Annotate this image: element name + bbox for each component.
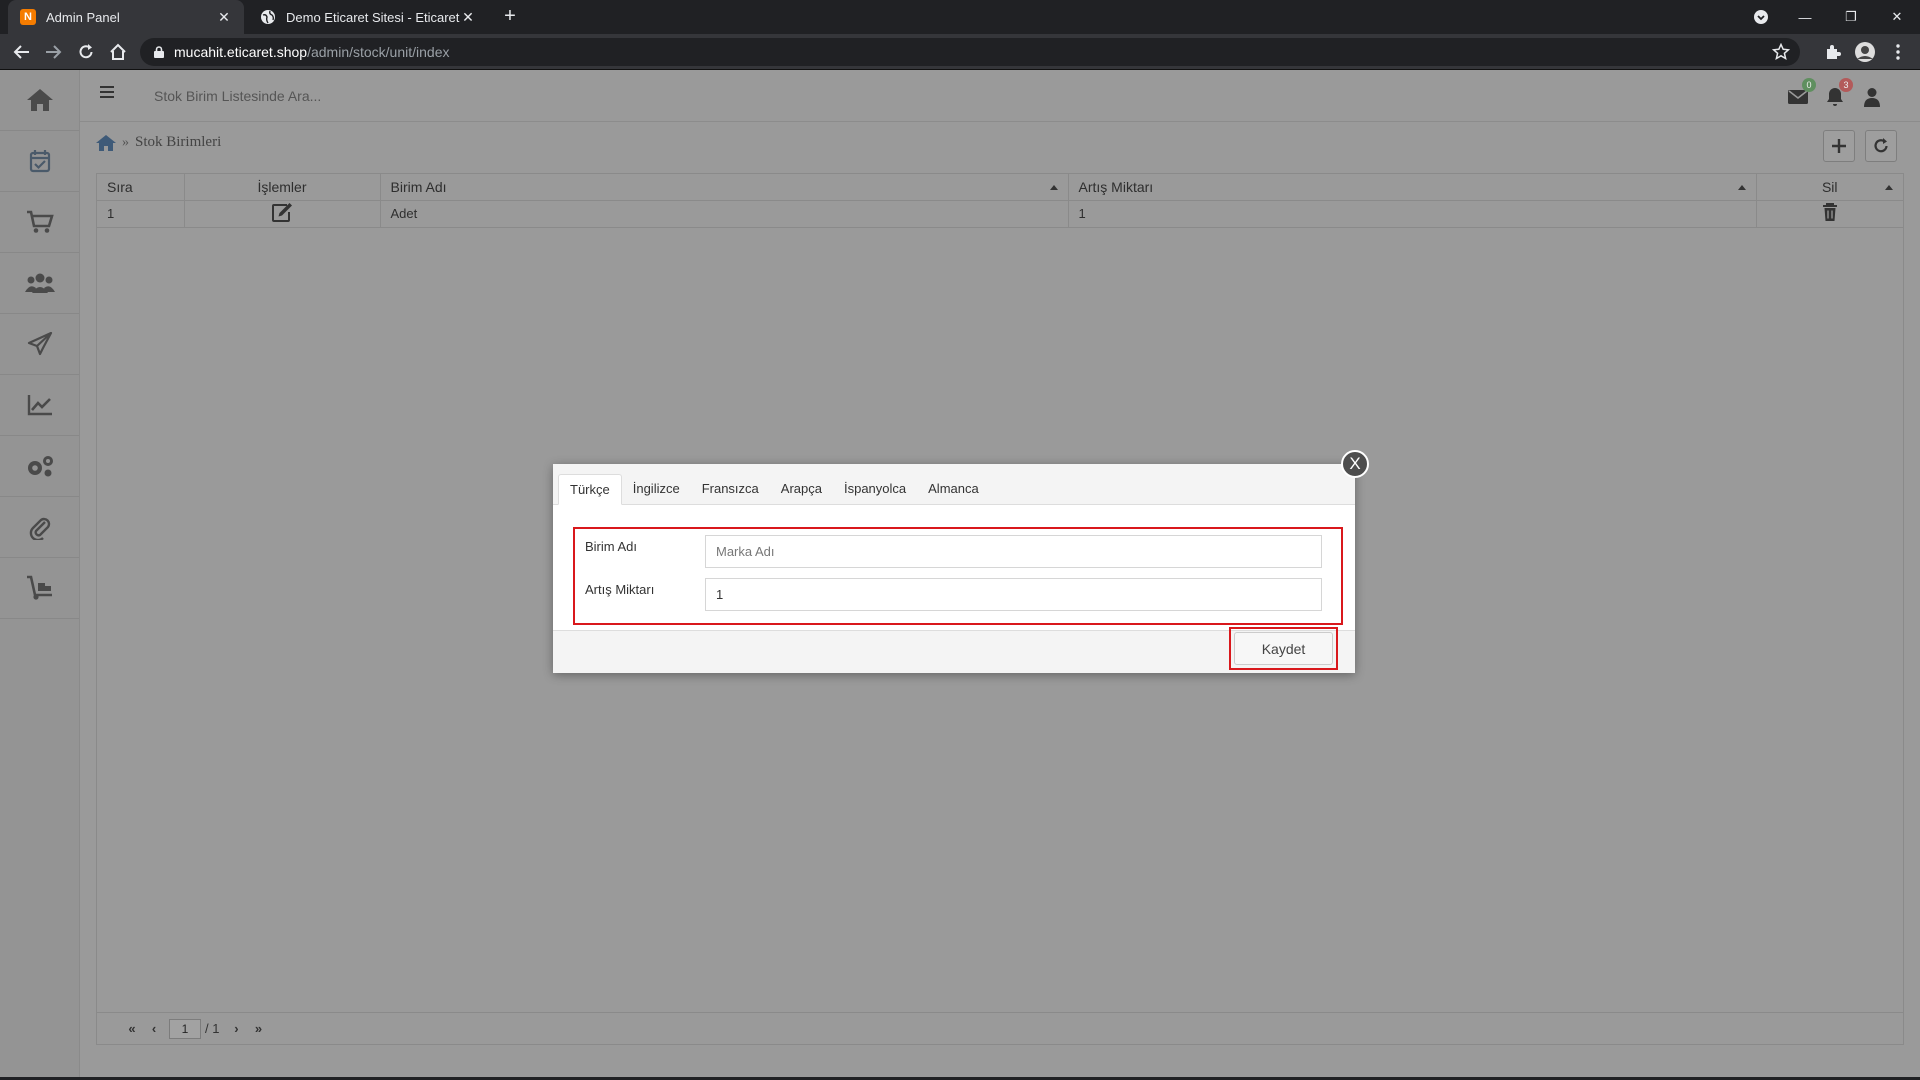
- save-button[interactable]: Kaydet: [1234, 632, 1333, 665]
- column-header-artis-miktari[interactable]: Artış Miktarı: [1068, 174, 1757, 201]
- users-icon[interactable]: [0, 253, 79, 314]
- trash-icon[interactable]: [1822, 202, 1838, 222]
- paper-plane-icon[interactable]: [0, 314, 79, 375]
- admin-favicon-icon: N: [20, 9, 36, 25]
- cart-icon[interactable]: [0, 192, 79, 253]
- column-header-sira[interactable]: Sıra: [97, 174, 185, 201]
- minimize-button[interactable]: —: [1782, 0, 1828, 34]
- extensions-icon[interactable]: [1821, 40, 1845, 64]
- gears-icon[interactable]: [0, 436, 79, 497]
- page-total: / 1: [205, 1021, 220, 1036]
- cell-artis-miktari: 1: [1068, 200, 1757, 228]
- address-bar-row: mucahit.eticaret.shop /admin/stock/unit/…: [0, 34, 1920, 70]
- dolly-icon[interactable]: [0, 558, 79, 619]
- home-icon[interactable]: [0, 70, 79, 131]
- artis-miktari-row: Artış Miktarı: [585, 578, 1322, 611]
- column-label: Birim Adı: [390, 178, 447, 195]
- url-host: mucahit.eticaret.shop: [174, 44, 308, 60]
- unit-modal: Türkçe İngilizce Fransızca Arapça İspany…: [553, 464, 1355, 673]
- tab-demo-eticaret[interactable]: Demo Eticaret Sitesi - Eticaret Sh ✕: [248, 0, 488, 34]
- user-profile-icon[interactable]: [1858, 84, 1886, 110]
- tab-turkce[interactable]: Türkçe: [558, 474, 622, 505]
- edit-icon[interactable]: [271, 202, 293, 222]
- close-tab-icon[interactable]: ✕: [216, 9, 232, 26]
- breadcrumb-separator: »: [122, 134, 129, 150]
- browser-menu-icon[interactable]: [1886, 40, 1910, 64]
- browser-tab-bar: N Admin Panel ✕ Demo Eticaret Sitesi - E…: [0, 0, 1920, 34]
- mail-button[interactable]: 0: [1784, 78, 1816, 110]
- birim-adi-label: Birim Adı: [585, 539, 638, 554]
- cell-sil: [1756, 200, 1903, 228]
- first-page-icon[interactable]: «: [121, 1021, 143, 1036]
- globe-icon: [260, 9, 276, 25]
- tab-fransizca[interactable]: Fransızca: [691, 474, 770, 505]
- birim-adi-row: Birim Adı: [585, 535, 1322, 568]
- tab-title: Admin Panel: [46, 9, 120, 25]
- artis-miktari-label: Artış Miktarı: [585, 582, 655, 597]
- last-page-icon[interactable]: »: [247, 1021, 269, 1036]
- close-tab-icon[interactable]: ✕: [460, 9, 476, 26]
- paperclip-icon[interactable]: [0, 497, 79, 558]
- prev-page-icon[interactable]: ‹: [143, 1021, 165, 1036]
- next-page-icon[interactable]: ›: [225, 1021, 247, 1036]
- artis-miktari-input[interactable]: [705, 578, 1322, 611]
- save-highlight-box: Kaydet: [1229, 627, 1338, 670]
- breadcrumb-current: Stok Birimleri: [135, 134, 222, 150]
- column-header-birim-adi[interactable]: Birim Adı: [380, 174, 1069, 201]
- sort-arrow-icon[interactable]: [1049, 185, 1058, 190]
- calendar-check-icon[interactable]: [0, 131, 79, 192]
- new-tab-button[interactable]: +: [498, 5, 522, 29]
- table-row: 1 Adet 1: [97, 200, 1903, 228]
- add-button[interactable]: [1823, 130, 1855, 162]
- pager: « ‹ / 1 › »: [97, 1012, 1903, 1044]
- reload-button[interactable]: [74, 40, 98, 64]
- close-window-button[interactable]: ✕: [1874, 0, 1920, 34]
- profile-avatar-icon[interactable]: [1853, 40, 1877, 64]
- chart-line-icon[interactable]: [0, 375, 79, 436]
- breadcrumb: » Stok Birimleri: [96, 134, 221, 151]
- bookmark-star-icon[interactable]: [1772, 43, 1790, 61]
- modal-close-button[interactable]: X: [1341, 450, 1369, 478]
- back-button[interactable]: [10, 40, 34, 64]
- birim-adi-input[interactable]: [705, 535, 1322, 568]
- sidebar: [0, 70, 80, 1077]
- lock-icon: [154, 46, 164, 58]
- topbar: 0 3: [80, 70, 1920, 122]
- cell-birim-adi: Adet: [380, 200, 1069, 228]
- search-input[interactable]: [154, 84, 654, 108]
- cell-islemler: [184, 200, 381, 228]
- refresh-button[interactable]: [1865, 130, 1897, 162]
- hamburger-menu-icon[interactable]: [100, 86, 114, 98]
- column-header-islemler: İşlemler: [184, 174, 381, 201]
- tab-ispanyolca[interactable]: İspanyolca: [833, 474, 917, 505]
- column-header-sil[interactable]: Sil: [1756, 174, 1903, 201]
- forward-button[interactable]: [41, 40, 65, 64]
- restore-button[interactable]: ❐: [1828, 0, 1874, 34]
- column-label: Sil: [1821, 178, 1838, 195]
- cell-sira: 1: [97, 200, 185, 228]
- mail-badge: 0: [1802, 78, 1816, 92]
- language-tabs: Türkçe İngilizce Fransızca Arapça İspany…: [553, 464, 1355, 505]
- sort-arrow-icon[interactable]: [1885, 185, 1893, 190]
- sort-arrow-icon[interactable]: [1737, 185, 1746, 190]
- tab-ingilizce[interactable]: İngilizce: [622, 474, 691, 505]
- page-number-input[interactable]: [169, 1018, 201, 1039]
- tab-title: Demo Eticaret Sitesi - Eticaret Sh: [286, 9, 460, 25]
- url-bar[interactable]: mucahit.eticaret.shop /admin/stock/unit/…: [140, 38, 1800, 66]
- notification-bell-button[interactable]: 3: [1821, 78, 1853, 110]
- form-highlight-box: Birim Adı Artış Miktarı: [573, 527, 1343, 625]
- profile-dropdown-icon[interactable]: [1738, 0, 1784, 34]
- url-path: /admin/stock/unit/index: [307, 44, 450, 60]
- tab-almanca[interactable]: Almanca: [917, 474, 990, 505]
- breadcrumb-home-icon[interactable]: [96, 134, 116, 151]
- notification-badge: 3: [1839, 78, 1853, 92]
- column-label: Artış Miktarı: [1078, 178, 1154, 195]
- tab-arapca[interactable]: Arapça: [770, 474, 833, 505]
- tab-admin-panel[interactable]: N Admin Panel ✕: [8, 0, 244, 34]
- home-button[interactable]: [106, 40, 130, 64]
